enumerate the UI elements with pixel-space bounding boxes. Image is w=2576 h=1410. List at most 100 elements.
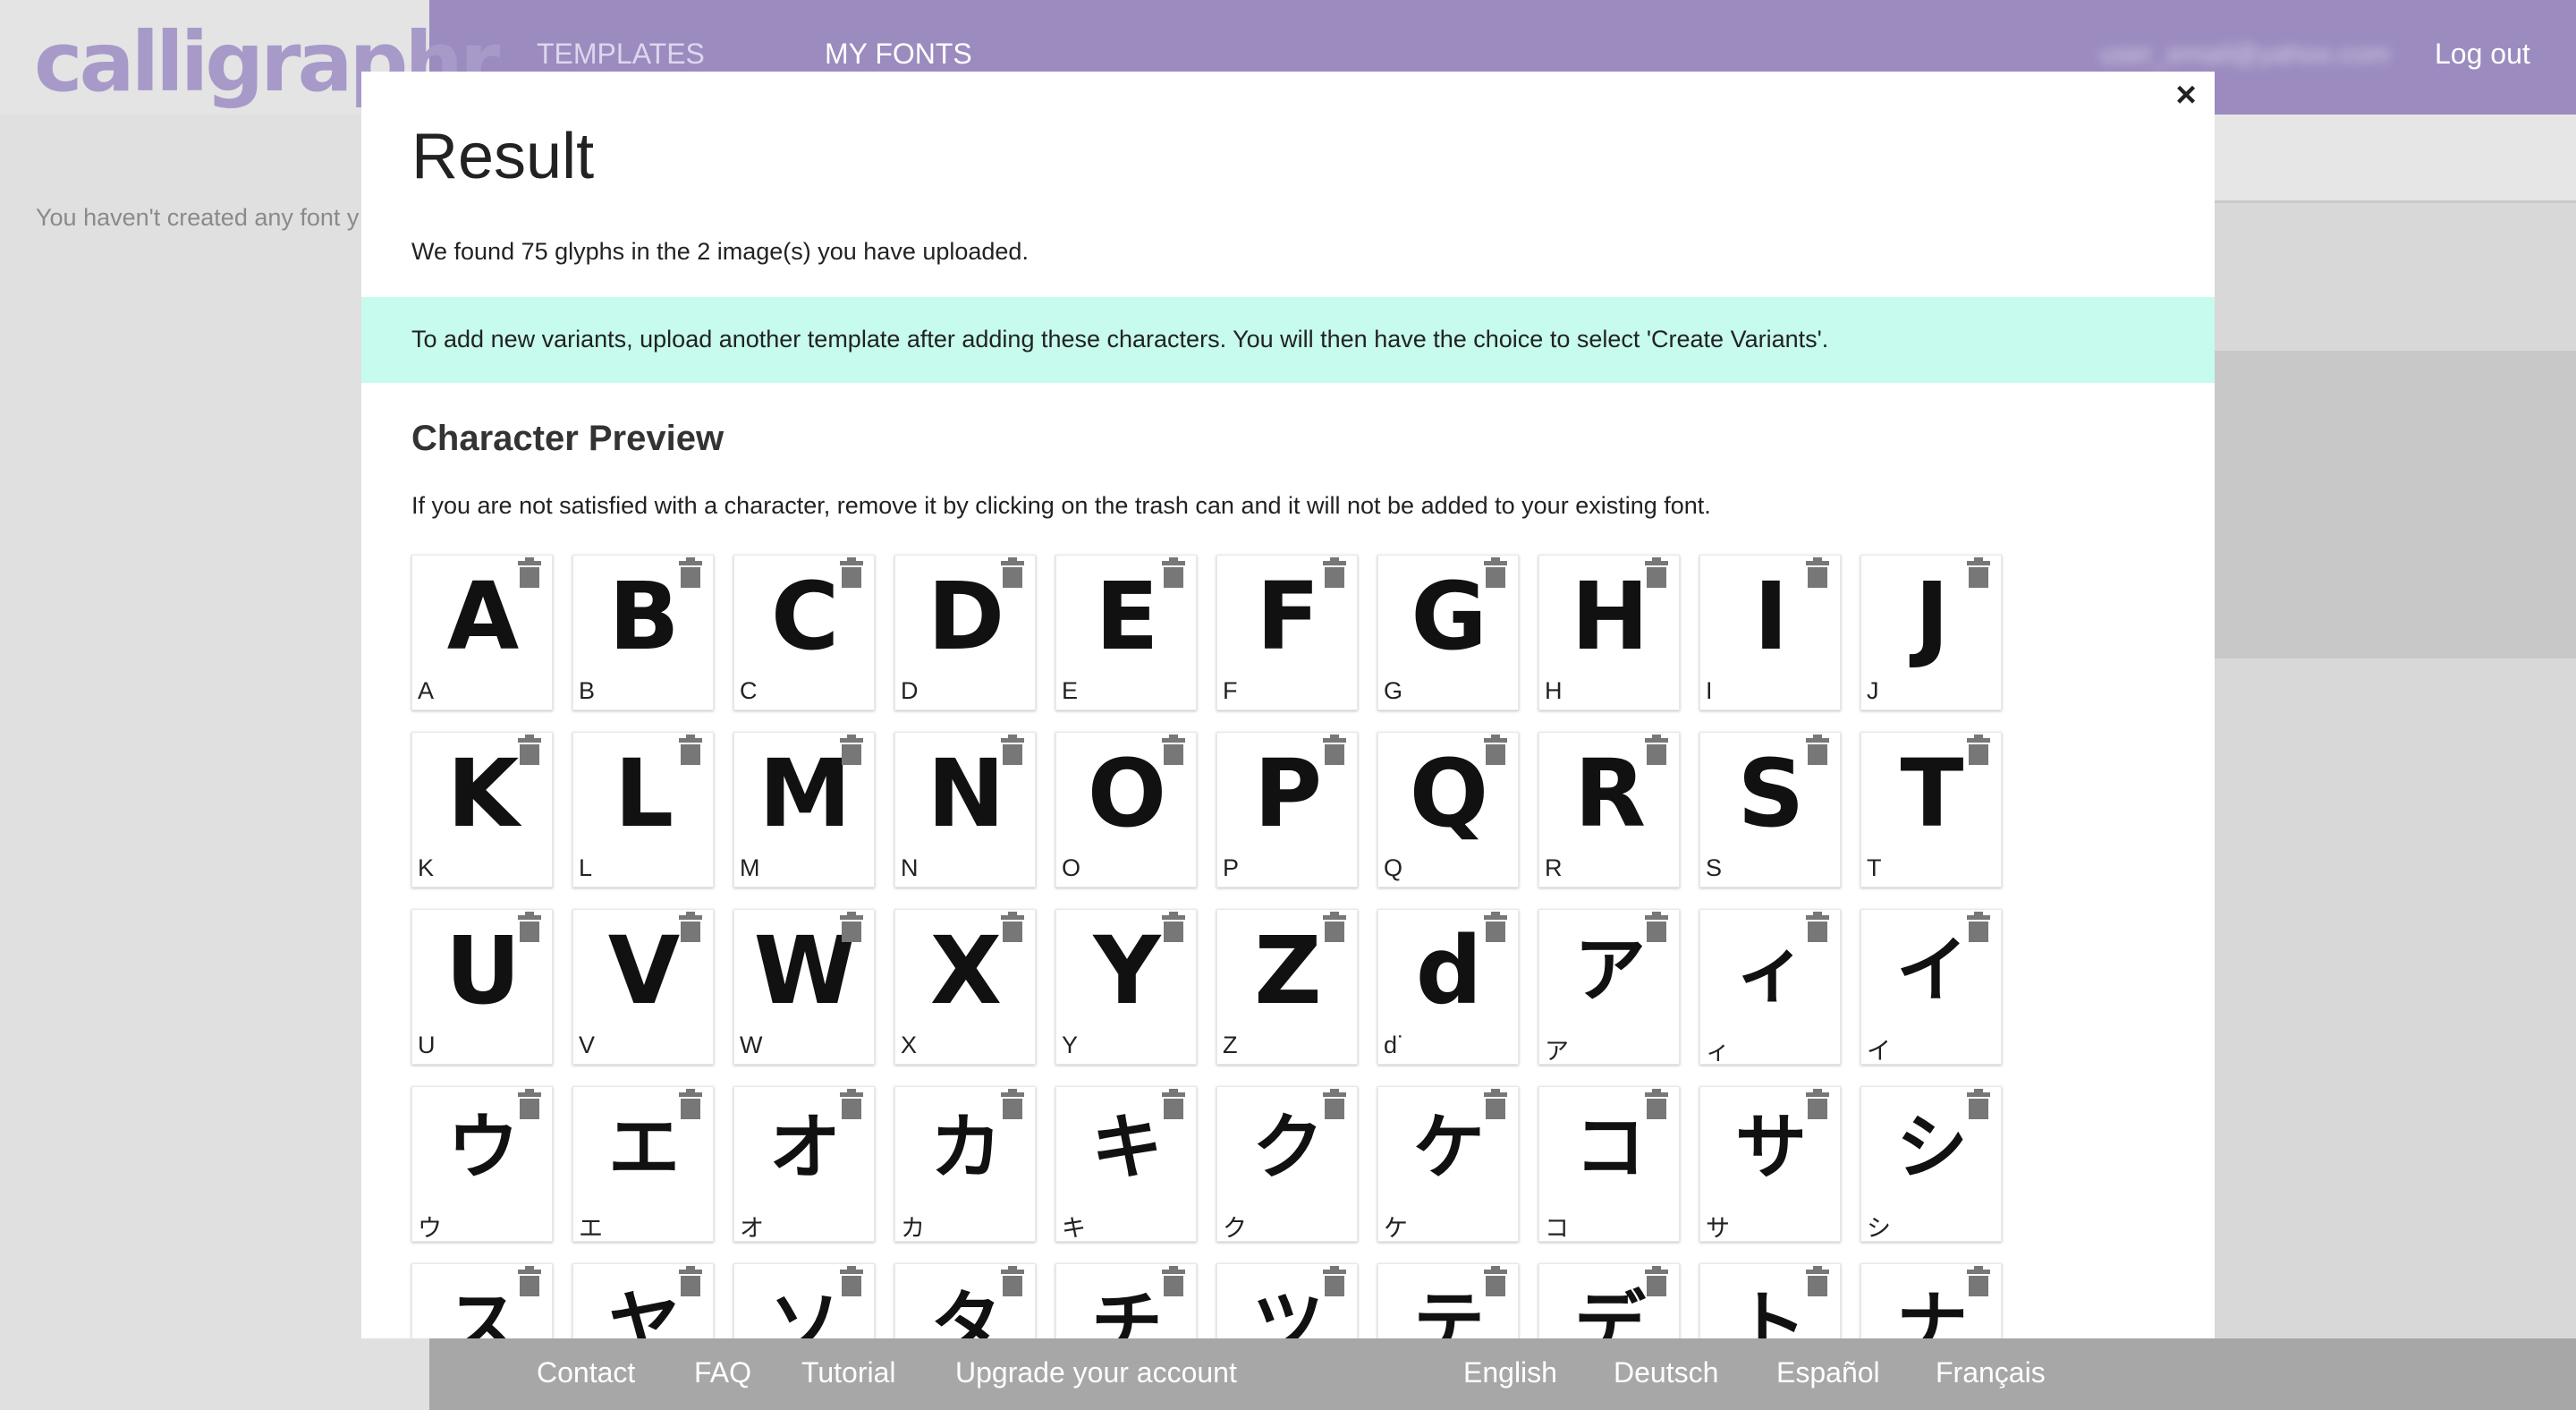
- trash-icon[interactable]: [840, 1266, 863, 1296]
- glyph-card: ス: [411, 1263, 553, 1338]
- trash-icon[interactable]: [518, 1089, 541, 1119]
- trash-icon[interactable]: [1967, 735, 1990, 765]
- close-icon[interactable]: ×: [2168, 77, 2204, 113]
- glyph-label: X: [901, 1032, 918, 1058]
- trash-icon[interactable]: [518, 557, 541, 588]
- trash-icon[interactable]: [1484, 557, 1507, 588]
- trash-icon[interactable]: [1645, 1266, 1668, 1296]
- language-deutsch[interactable]: Deutsch: [1614, 1356, 1718, 1389]
- glyph-card: PP: [1216, 732, 1358, 888]
- glyph-label: ア: [1545, 1038, 1569, 1065]
- trash-icon[interactable]: [1162, 735, 1185, 765]
- trash-icon[interactable]: [679, 1266, 702, 1296]
- trash-icon[interactable]: [1001, 912, 1024, 942]
- trash-icon[interactable]: [1001, 1266, 1024, 1296]
- trash-icon[interactable]: [840, 1089, 863, 1119]
- logout-link[interactable]: Log out: [2435, 38, 2530, 71]
- glyph-label: V: [579, 1032, 596, 1058]
- footer-faq-link[interactable]: FAQ: [694, 1356, 751, 1389]
- glyph-card: MM: [733, 732, 875, 888]
- trash-icon[interactable]: [1162, 557, 1185, 588]
- footer-contact-link[interactable]: Contact: [537, 1356, 635, 1389]
- glyph-card: QQ: [1377, 732, 1519, 888]
- trash-icon[interactable]: [1323, 557, 1346, 588]
- language-espanol[interactable]: Español: [1776, 1356, 1880, 1389]
- trash-icon[interactable]: [1806, 735, 1829, 765]
- trash-icon[interactable]: [1484, 912, 1507, 942]
- glyphs-found-text: We found 75 glyphs in the 2 image(s) you…: [411, 238, 1029, 265]
- trash-icon[interactable]: [1001, 735, 1024, 765]
- trash-icon[interactable]: [1967, 1266, 1990, 1296]
- trash-icon[interactable]: [1323, 912, 1346, 942]
- trash-icon[interactable]: [1806, 1089, 1829, 1119]
- trash-icon[interactable]: [1484, 735, 1507, 765]
- language-francais[interactable]: Français: [1936, 1356, 2046, 1389]
- language-english[interactable]: English: [1463, 1356, 1557, 1389]
- glyph-card: TT: [1860, 732, 2002, 888]
- glyph-card: FF: [1216, 555, 1358, 710]
- glyph-label: K: [418, 854, 435, 881]
- trash-icon[interactable]: [1806, 1266, 1829, 1296]
- nav-templates[interactable]: TEMPLATES: [537, 38, 705, 71]
- glyph-label: コ: [1545, 1215, 1569, 1242]
- trash-icon[interactable]: [840, 557, 863, 588]
- footer-tutorial-link[interactable]: Tutorial: [801, 1356, 896, 1389]
- trash-icon[interactable]: [518, 1266, 541, 1296]
- glyph-label: F: [1223, 677, 1238, 704]
- glyph-card: キキ: [1055, 1086, 1197, 1242]
- trash-icon[interactable]: [840, 912, 863, 942]
- trash-icon[interactable]: [1967, 1089, 1990, 1119]
- trash-icon[interactable]: [679, 912, 702, 942]
- glyph-label: L: [579, 854, 593, 881]
- trash-icon[interactable]: [1484, 1266, 1507, 1296]
- trash-icon[interactable]: [1484, 1089, 1507, 1119]
- trash-icon[interactable]: [1323, 1089, 1346, 1119]
- character-preview-hint: If you are not satisfied with a characte…: [411, 492, 1711, 519]
- trash-icon[interactable]: [679, 1089, 702, 1119]
- trash-icon[interactable]: [518, 735, 541, 765]
- glyph-card: GG: [1377, 555, 1519, 710]
- trash-icon[interactable]: [518, 912, 541, 942]
- trash-icon[interactable]: [1162, 1266, 1185, 1296]
- glyph-label: イ: [1867, 1038, 1891, 1065]
- trash-icon[interactable]: [1967, 557, 1990, 588]
- glyph-label: T: [1867, 854, 1882, 881]
- trash-icon[interactable]: [1645, 1089, 1668, 1119]
- trash-icon[interactable]: [1001, 557, 1024, 588]
- glyph-label: H: [1545, 677, 1563, 704]
- trash-icon[interactable]: [1001, 1089, 1024, 1119]
- trash-icon[interactable]: [1645, 735, 1668, 765]
- trash-icon[interactable]: [1806, 557, 1829, 588]
- glyph-card: エエ: [572, 1086, 714, 1242]
- glyph-label: E: [1062, 677, 1079, 704]
- footer-upgrade-link[interactable]: Upgrade your account: [955, 1356, 1237, 1389]
- glyph-label: I: [1706, 677, 1713, 704]
- nav-my-fonts[interactable]: MY FONTS: [825, 38, 972, 71]
- trash-icon[interactable]: [679, 735, 702, 765]
- trash-icon[interactable]: [1967, 912, 1990, 942]
- trash-icon[interactable]: [1162, 1089, 1185, 1119]
- trash-icon[interactable]: [1323, 735, 1346, 765]
- glyph-label: キ: [1062, 1215, 1086, 1242]
- trash-icon[interactable]: [1645, 912, 1668, 942]
- glyph-card: ソ: [733, 1263, 875, 1338]
- glyph-card: オオ: [733, 1086, 875, 1242]
- trash-icon[interactable]: [1323, 1266, 1346, 1296]
- trash-icon[interactable]: [840, 735, 863, 765]
- glyph-card: LL: [572, 732, 714, 888]
- glyph-label: A: [418, 677, 435, 704]
- glyph-card: d d˙: [1377, 909, 1519, 1065]
- glyph-label: シ: [1867, 1215, 1891, 1242]
- variants-info-text: To add new variants, upload another temp…: [411, 326, 1829, 352]
- glyph-label: J: [1867, 677, 1879, 704]
- trash-icon[interactable]: [1806, 912, 1829, 942]
- trash-icon[interactable]: [679, 557, 702, 588]
- glyph-card: JJ: [1860, 555, 2002, 710]
- trash-icon[interactable]: [1645, 557, 1668, 588]
- glyph-card: VV: [572, 909, 714, 1065]
- glyph-card: ツ: [1216, 1263, 1358, 1338]
- trash-icon[interactable]: [1162, 912, 1185, 942]
- glyph-label: S: [1706, 854, 1723, 881]
- user-email: user_email@yahoo.com: [2100, 39, 2390, 69]
- empty-fonts-message: You haven't created any font y: [36, 204, 360, 231]
